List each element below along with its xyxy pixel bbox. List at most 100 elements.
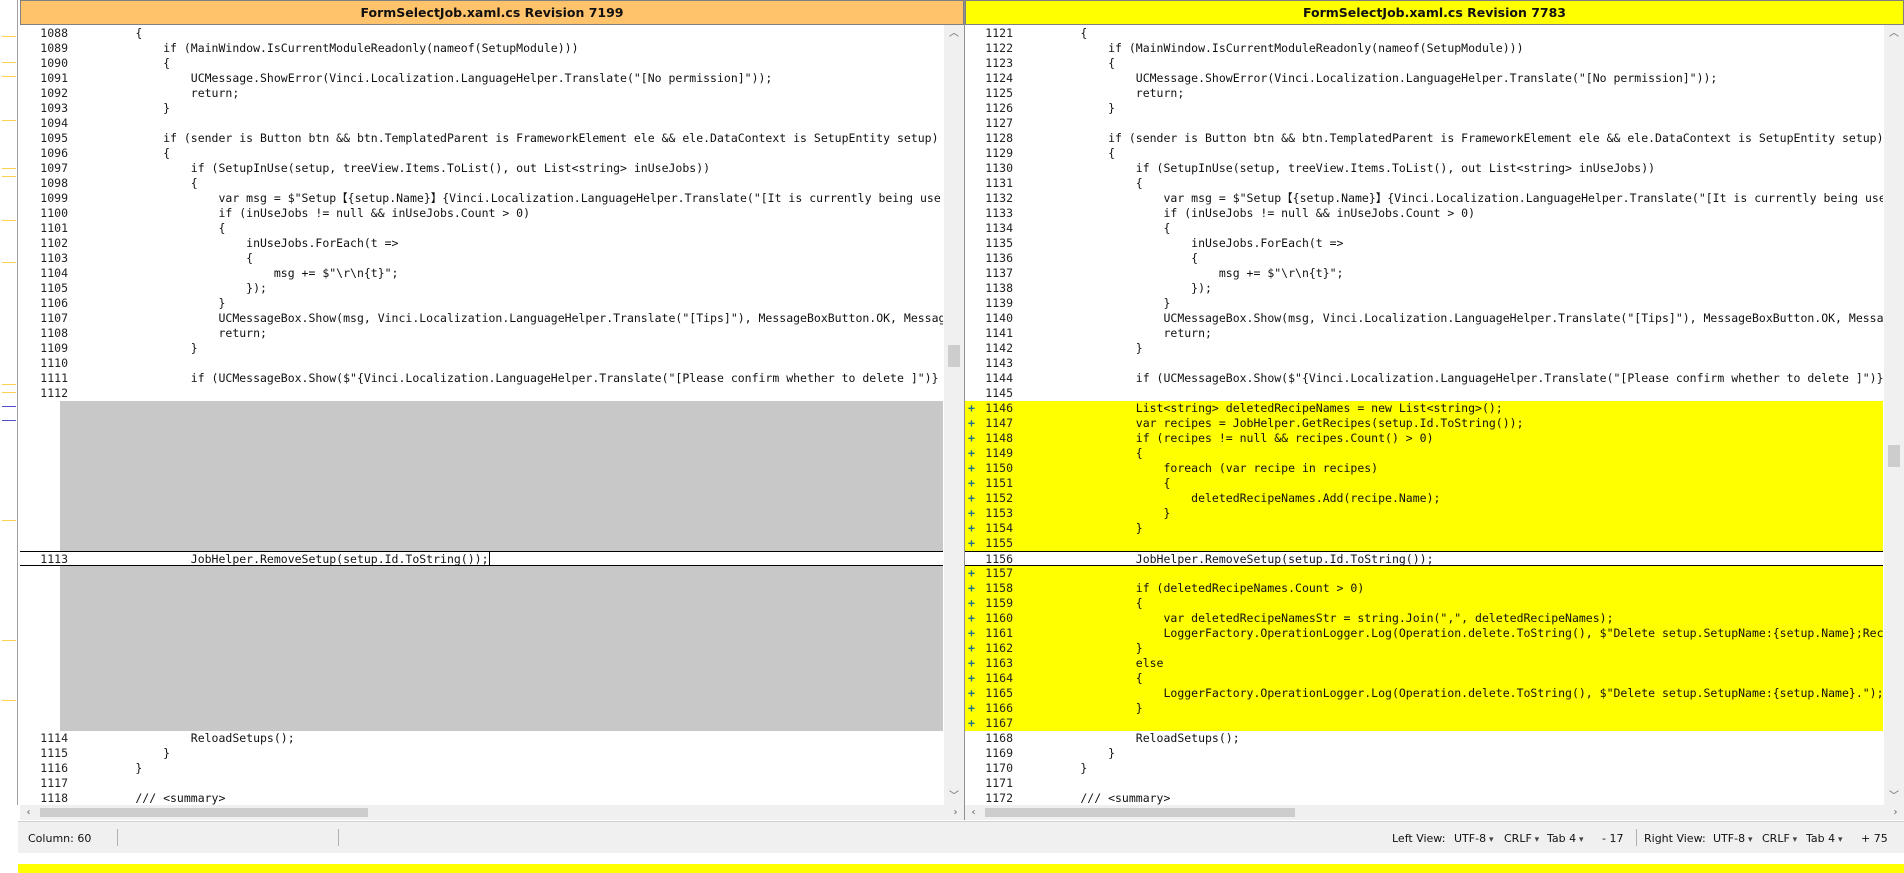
code-line[interactable]: 1115 } — [20, 746, 943, 761]
code-line[interactable]: 1103 { — [20, 251, 943, 266]
line-text[interactable]: inUseJobs.ForEach(t => — [80, 236, 398, 251]
code-line[interactable]: 1116 } — [20, 761, 943, 776]
line-text[interactable]: else — [1025, 656, 1164, 671]
code-line[interactable]: 1142 } — [965, 341, 1883, 356]
scroll-right-arrow-icon[interactable]: › — [947, 805, 964, 820]
code-line[interactable]: +1150 foreach (var recipe in recipes) — [965, 461, 1883, 476]
line-text[interactable]: LoggerFactory.OperationLogger.Log(Operat… — [1025, 626, 1883, 641]
left-eol-dropdown[interactable]: CRLF — [1504, 832, 1539, 845]
code-line[interactable]: +1167 — [965, 716, 1883, 731]
code-line[interactable]: 1109 } — [20, 341, 943, 356]
line-text[interactable]: var deletedRecipeNamesStr = string.Join(… — [1025, 611, 1613, 626]
code-line[interactable]: 1088 { — [20, 26, 943, 41]
code-line[interactable]: 1111 if (UCMessageBox.Show($"{Vinci.Loca… — [20, 371, 943, 386]
code-line[interactable]: 1091 UCMessage.ShowError(Vinci.Localizat… — [20, 71, 943, 86]
line-text[interactable]: if (MainWindow.IsCurrentModuleReadonly(n… — [80, 41, 578, 56]
code-line[interactable]: +1164 { — [965, 671, 1883, 686]
code-line[interactable]: 1101 { — [20, 221, 943, 236]
line-text[interactable]: /// <summary> — [1025, 791, 1170, 805]
code-line[interactable]: 1095 if (sender is Button btn && btn.Tem… — [20, 131, 943, 146]
line-text[interactable]: } — [1025, 641, 1143, 656]
line-text[interactable]: { — [1025, 671, 1143, 686]
line-text[interactable]: } — [1025, 506, 1170, 521]
overview-change-mark[interactable] — [2, 168, 16, 169]
line-text[interactable]: return; — [1025, 326, 1211, 341]
right-vertical-scroll-thumb[interactable] — [1888, 445, 1900, 467]
code-line[interactable]: +1151 { — [965, 476, 1883, 491]
line-text[interactable]: UCMessageBox.Show(msg, Vinci.Localizatio… — [80, 311, 943, 326]
right-encoding-dropdown[interactable]: UTF-8 — [1713, 832, 1752, 845]
overview-change-mark[interactable] — [2, 700, 16, 701]
code-line[interactable]: 1171 — [965, 776, 1883, 791]
line-text[interactable]: UCMessage.ShowError(Vinci.Localization.L… — [80, 71, 773, 86]
code-line[interactable]: 1123 { — [965, 56, 1883, 71]
overview-change-mark[interactable] — [2, 262, 16, 263]
code-line[interactable]: 1139 } — [965, 296, 1883, 311]
code-line[interactable]: 1093 } — [20, 101, 943, 116]
code-line[interactable]: +1147 var recipes = JobHelper.GetRecipes… — [965, 416, 1883, 431]
code-line[interactable]: 1127 — [965, 116, 1883, 131]
line-text[interactable]: ReloadSetups(); — [1025, 731, 1240, 746]
code-line[interactable]: 1125 return; — [965, 86, 1883, 101]
overview-change-mark[interactable] — [2, 406, 16, 407]
code-line[interactable]: 1143 — [965, 356, 1883, 371]
code-line[interactable]: 1090 { — [20, 56, 943, 71]
code-line[interactable]: 1094 — [20, 116, 943, 131]
line-text[interactable]: ReloadSetups(); — [80, 731, 295, 746]
line-text[interactable]: return; — [80, 86, 239, 101]
code-line[interactable]: +1159 { — [965, 596, 1883, 611]
right-tab-dropdown[interactable]: Tab 4 — [1806, 832, 1843, 845]
line-text[interactable]: { — [1025, 26, 1087, 41]
line-text[interactable]: { — [80, 146, 170, 161]
left-horizontal-scroll-thumb[interactable] — [40, 808, 368, 817]
code-line[interactable]: +1155 — [965, 536, 1883, 551]
line-text[interactable]: { — [1025, 251, 1198, 266]
code-line[interactable]: 1156 JobHelper.RemoveSetup(setup.Id.ToSt… — [965, 551, 1883, 566]
line-text[interactable]: if (deletedRecipeNames.Count > 0) — [1025, 581, 1365, 596]
code-line[interactable]: +1148 if (recipes != null && recipes.Cou… — [965, 431, 1883, 446]
left-tab-dropdown[interactable]: Tab 4 — [1547, 832, 1584, 845]
line-text[interactable]: deletedRecipeNames.Add(recipe.Name); — [1025, 491, 1440, 506]
code-line[interactable]: +1152 deletedRecipeNames.Add(recipe.Name… — [965, 491, 1883, 506]
line-text[interactable]: } — [1025, 701, 1143, 716]
code-line[interactable]: 1121 { — [965, 26, 1883, 41]
code-line[interactable]: 1100 if (inUseJobs != null && inUseJobs.… — [20, 206, 943, 221]
code-line[interactable]: +1149 { — [965, 446, 1883, 461]
code-line[interactable]: +1163 else — [965, 656, 1883, 671]
code-line[interactable]: 1098 { — [20, 176, 943, 191]
overview-change-mark[interactable] — [2, 120, 16, 121]
scroll-left-arrow-icon[interactable]: ‹ — [965, 805, 982, 820]
left-horizontal-scrollbar[interactable]: ‹ › — [20, 805, 964, 820]
overview-change-mark[interactable] — [2, 520, 16, 521]
code-line[interactable]: 1172 /// <summary> — [965, 791, 1883, 805]
scroll-left-arrow-icon[interactable]: ‹ — [20, 805, 37, 820]
line-text[interactable]: if (SetupInUse(setup, treeView.Items.ToL… — [1025, 161, 1655, 176]
code-line[interactable]: 1096 { — [20, 146, 943, 161]
left-encoding-dropdown[interactable]: UTF-8 — [1454, 832, 1493, 845]
overview-change-mark[interactable] — [2, 62, 16, 63]
code-line[interactable]: 1117 — [20, 776, 943, 791]
line-text[interactable]: } — [1025, 296, 1170, 311]
code-line[interactable]: 1097 if (SetupInUse(setup, treeView.Item… — [20, 161, 943, 176]
scroll-down-arrow-icon[interactable]: ﹀ — [1884, 788, 1904, 805]
right-code-view[interactable]: 1121 {1122 if (MainWindow.IsCurrentModul… — [965, 25, 1883, 805]
line-text[interactable]: var msg = $"Setup【{setup.Name}】{Vinci.Lo… — [80, 191, 940, 206]
line-text[interactable]: }); — [80, 281, 267, 296]
code-line[interactable]: 1144 if (UCMessageBox.Show($"{Vinci.Loca… — [965, 371, 1883, 386]
line-text[interactable]: foreach (var recipe in recipes) — [1025, 461, 1378, 476]
code-line[interactable]: 1112 — [20, 386, 943, 401]
line-text[interactable]: if (inUseJobs != null && inUseJobs.Count… — [80, 206, 530, 221]
line-text[interactable]: } — [1025, 746, 1115, 761]
line-text[interactable]: var recipes = JobHelper.GetRecipes(setup… — [1025, 416, 1524, 431]
code-line[interactable]: 1130 if (SetupInUse(setup, treeView.Item… — [965, 161, 1883, 176]
code-line[interactable]: 1168 ReloadSetups(); — [965, 731, 1883, 746]
code-line[interactable]: +1153 } — [965, 506, 1883, 521]
code-line[interactable]: 1099 var msg = $"Setup【{setup.Name}】{Vin… — [20, 191, 943, 206]
line-text[interactable]: JobHelper.RemoveSetup(setup.Id.ToString(… — [1025, 552, 1434, 567]
code-line[interactable]: 1132 var msg = $"Setup【{setup.Name}】{Vin… — [965, 191, 1883, 206]
code-line[interactable]: 1089 if (MainWindow.IsCurrentModuleReado… — [20, 41, 943, 56]
line-text[interactable]: { — [80, 56, 170, 71]
code-line[interactable]: +1160 var deletedRecipeNamesStr = string… — [965, 611, 1883, 626]
code-line[interactable]: 1133 if (inUseJobs != null && inUseJobs.… — [965, 206, 1883, 221]
code-line[interactable]: +1146 List<string> deletedRecipeNames = … — [965, 401, 1883, 416]
